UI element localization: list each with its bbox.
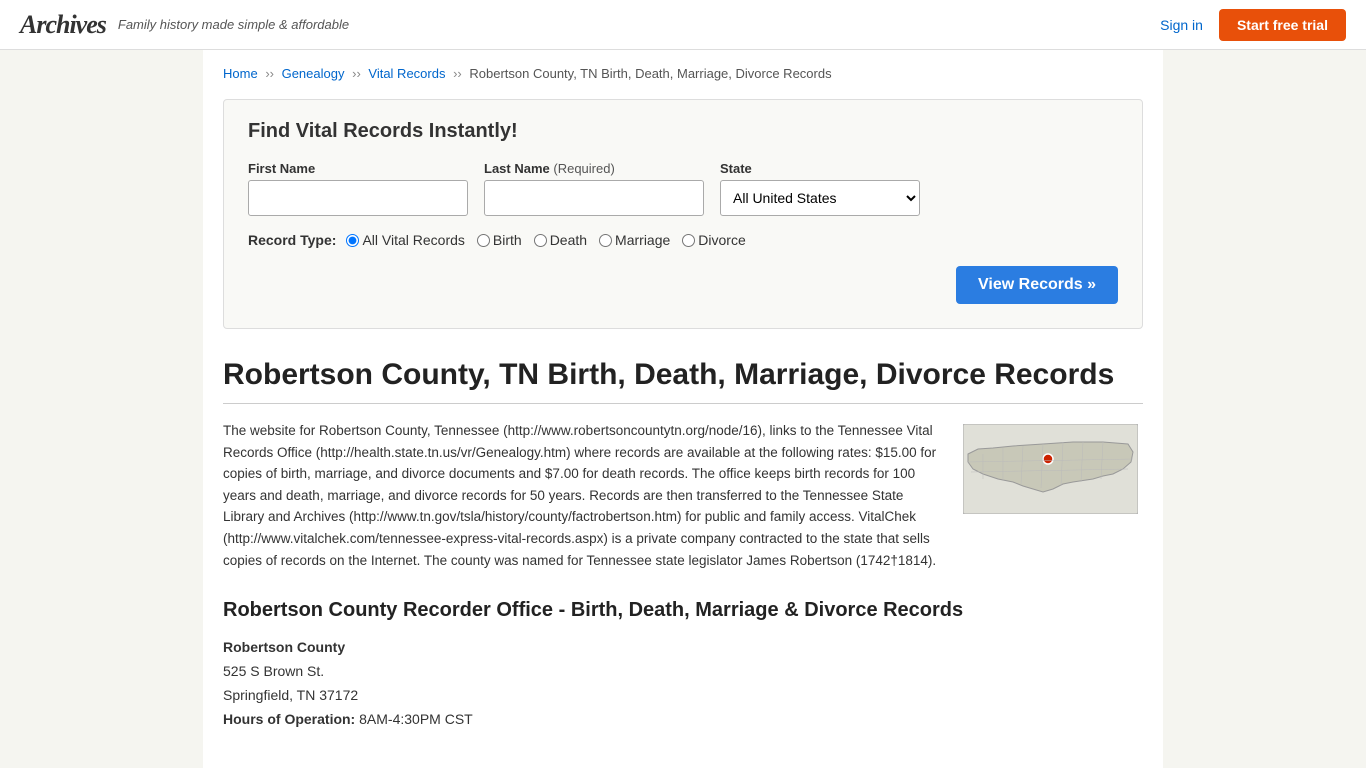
breadcrumb-sep-3: ›› [453, 66, 465, 81]
view-records-button[interactable]: View Records » [956, 266, 1118, 304]
tn-map-svg [963, 424, 1138, 514]
rt-all-label: All Vital Records [362, 232, 464, 248]
last-name-input[interactable] [484, 180, 704, 216]
record-type-option-rt-all[interactable]: All Vital Records [346, 232, 464, 248]
page-title: Robertson County, TN Birth, Death, Marri… [223, 357, 1143, 393]
state-label: State [720, 161, 920, 176]
hours-label: Hours of Operation: [223, 711, 355, 727]
record-type-options: All Vital Records Birth Death Marriage Divor… [346, 232, 755, 248]
rt-marriage-label: Marriage [615, 232, 670, 248]
address-name: Robertson County [223, 636, 1143, 660]
recorder-section: Robertson County Recorder Office - Birth… [223, 599, 1143, 731]
breadcrumb-sep-2: ›› [352, 66, 364, 81]
content-text: The website for Robertson County, Tennes… [223, 420, 938, 571]
record-type-label: Record Type: [248, 232, 336, 248]
site-header: Archives Family history made simple & af… [0, 0, 1366, 50]
header-right: Sign in Start free trial [1160, 9, 1346, 41]
title-divider [223, 403, 1143, 404]
recorder-title: Robertson County Recorder Office - Birth… [223, 599, 1143, 622]
content-body: The website for Robertson County, Tennes… [223, 420, 1143, 571]
breadcrumb: Home ›› Genealogy ›› Vital Records ›› Ro… [223, 66, 1143, 81]
first-name-input[interactable] [248, 180, 468, 216]
rt-birth-label: Birth [493, 232, 522, 248]
state-select[interactable]: All United StatesAlabamaAlaskaArizonaArk… [720, 180, 920, 216]
rt-divorce-label: Divorce [698, 232, 745, 248]
rt-divorce-radio[interactable] [682, 234, 695, 247]
first-name-group: First Name [248, 161, 468, 216]
hours-of-operation: Hours of Operation: 8AM-4:30PM CST [223, 708, 1143, 732]
rt-death-radio[interactable] [534, 234, 547, 247]
record-type-option-rt-birth[interactable]: Birth [477, 232, 522, 248]
address-street: 525 S Brown St. [223, 660, 1143, 684]
rt-marriage-radio[interactable] [599, 234, 612, 247]
rt-birth-radio[interactable] [477, 234, 490, 247]
breadcrumb-genealogy[interactable]: Genealogy [282, 66, 345, 81]
breadcrumb-vital-records[interactable]: Vital Records [368, 66, 445, 81]
sign-in-link[interactable]: Sign in [1160, 17, 1203, 33]
last-name-label: Last Name (Required) [484, 161, 704, 176]
record-type-option-rt-divorce[interactable]: Divorce [682, 232, 745, 248]
tn-map-container [958, 420, 1143, 571]
breadcrumb-sep-1: ›› [265, 66, 277, 81]
breadcrumb-current: Robertson County, TN Birth, Death, Marri… [469, 66, 831, 81]
address-block: Robertson County 525 S Brown St. Springf… [223, 636, 1143, 731]
record-type-option-rt-marriage[interactable]: Marriage [599, 232, 670, 248]
hours-value: 8AM-4:30PM CST [359, 711, 473, 727]
start-trial-button[interactable]: Start free trial [1219, 9, 1346, 41]
breadcrumb-home[interactable]: Home [223, 66, 258, 81]
last-name-group: Last Name (Required) [484, 161, 704, 216]
state-group: State All United StatesAlabamaAlaskaAriz… [720, 161, 920, 216]
site-tagline: Family history made simple & affordable [118, 17, 349, 32]
search-title: Find Vital Records Instantly! [248, 120, 1118, 143]
address-city: Springfield, TN 37172 [223, 684, 1143, 708]
record-type-option-rt-death[interactable]: Death [534, 232, 587, 248]
first-name-label: First Name [248, 161, 468, 176]
record-type-row: Record Type: All Vital Records Birth Death… [248, 232, 1118, 248]
header-left: Archives Family history made simple & af… [20, 10, 349, 40]
main-content: Home ›› Genealogy ›› Vital Records ›› Ro… [203, 50, 1163, 768]
site-logo: Archives [20, 10, 106, 40]
search-box: Find Vital Records Instantly! First Name… [223, 99, 1143, 329]
rt-death-label: Death [550, 232, 587, 248]
rt-all-radio[interactable] [346, 234, 359, 247]
view-records-row: View Records » [248, 266, 1118, 304]
search-fields: First Name Last Name (Required) State Al… [248, 161, 1118, 216]
